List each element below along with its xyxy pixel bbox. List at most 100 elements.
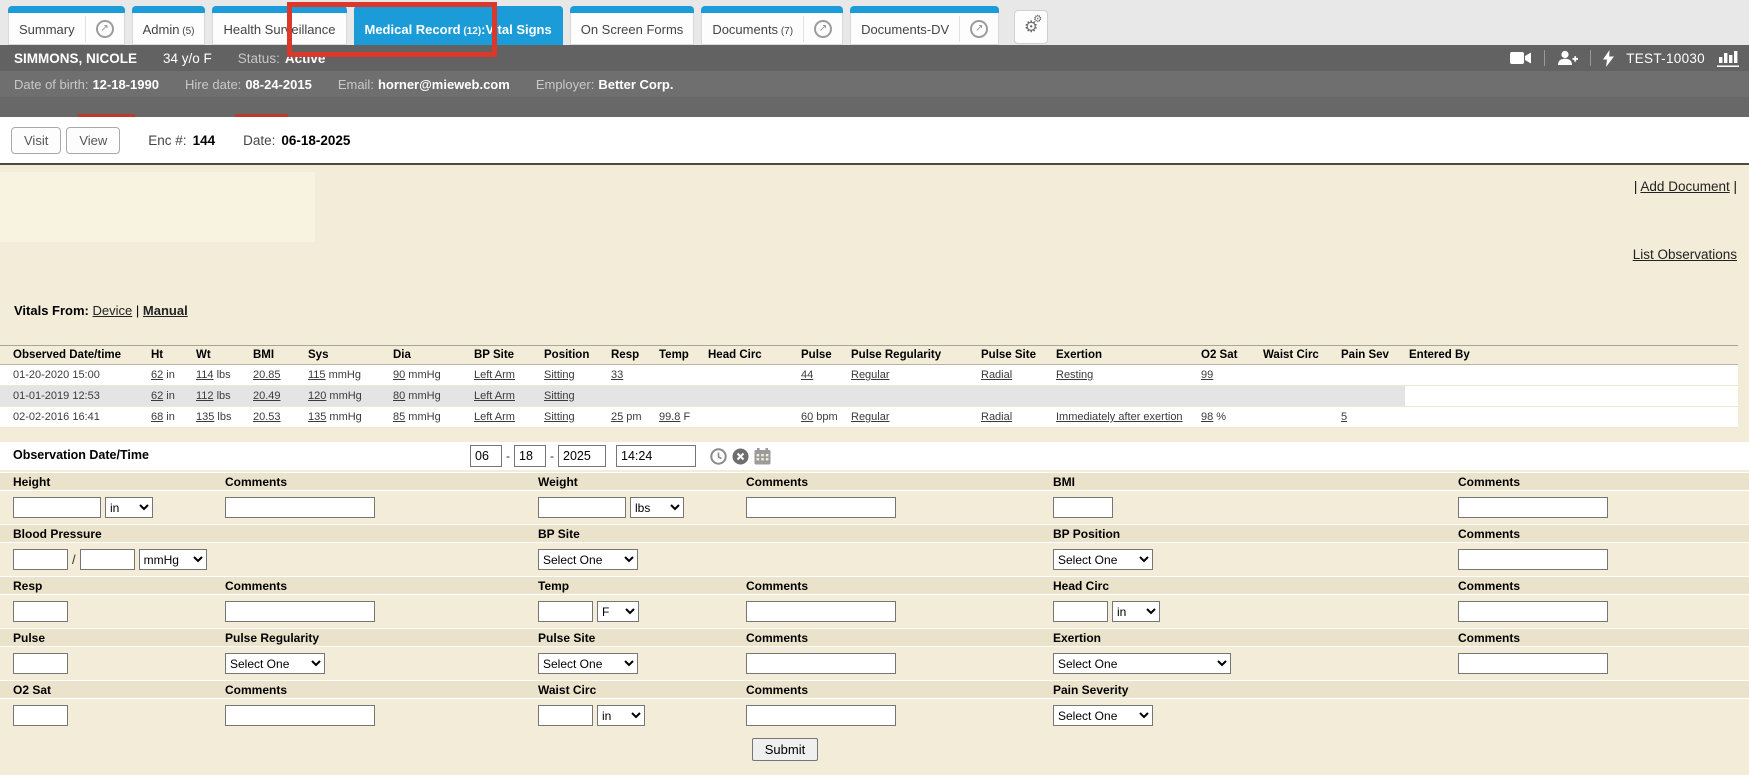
clear-icon[interactable]	[732, 448, 749, 465]
select-one-dropdown[interactable]: Select One	[225, 653, 325, 674]
select-one-dropdown[interactable]: Select One	[1053, 705, 1153, 726]
select-one-dropdown[interactable]: Select One	[538, 653, 638, 674]
value-input[interactable]	[13, 497, 101, 518]
vital-value-link[interactable]: 80	[393, 390, 405, 402]
vital-value-link[interactable]: 135	[196, 411, 214, 423]
calendar-icon[interactable]	[754, 448, 771, 465]
tab-health-surveillance[interactable]: Health Surveillance	[212, 6, 346, 45]
unit-select[interactable]: F	[597, 601, 639, 622]
comment-input[interactable]	[1458, 497, 1608, 518]
vital-value-link[interactable]: 62	[151, 369, 163, 381]
chart-icon[interactable]	[1717, 50, 1739, 67]
tab-medical-record[interactable]: Medical Record (12):Vital Signs	[354, 6, 563, 45]
comment-input[interactable]	[1458, 601, 1608, 622]
unit-select[interactable]: in	[1112, 601, 1160, 622]
tab-on-screen-forms[interactable]: On Screen Forms	[570, 6, 695, 45]
date-year-input[interactable]	[558, 445, 606, 467]
value-input[interactable]	[80, 549, 135, 570]
time-input[interactable]	[616, 445, 696, 467]
vital-value-link[interactable]: 120	[308, 390, 326, 402]
view-button[interactable]: View	[66, 127, 120, 154]
value-input[interactable]	[1053, 601, 1108, 622]
date-day-input[interactable]	[514, 445, 546, 467]
value-input[interactable]	[13, 653, 68, 674]
vital-value-link[interactable]: Sitting	[544, 411, 575, 423]
vital-value-link[interactable]: 135	[308, 411, 326, 423]
comment-input[interactable]	[1458, 549, 1608, 570]
vital-value-link[interactable]: 99	[1201, 369, 1213, 381]
vital-value-link[interactable]: 115	[308, 369, 326, 381]
popout-icon[interactable]: ↗	[970, 20, 988, 38]
vital-value-link[interactable]: Radial	[981, 411, 1012, 423]
unit-select[interactable]: in	[105, 497, 153, 518]
video-camera-icon[interactable]	[1510, 51, 1532, 65]
lightning-bolt-icon[interactable]	[1603, 50, 1614, 67]
device-link[interactable]: Device	[93, 303, 133, 318]
vital-value-link[interactable]: 60	[801, 411, 813, 423]
value-input[interactable]	[538, 705, 593, 726]
unit-select[interactable]: mmHg	[139, 549, 207, 570]
add-document-link[interactable]: Add Document	[1640, 179, 1729, 194]
comment-input[interactable]	[225, 497, 375, 518]
vital-value-link[interactable]: 99.8	[659, 411, 680, 423]
vital-value-link[interactable]: Left Arm	[474, 411, 515, 423]
vital-value-link[interactable]: 68	[151, 411, 163, 423]
vital-value-link[interactable]: Radial	[981, 369, 1012, 381]
vital-value-link[interactable]: Regular	[851, 369, 890, 381]
vital-value-link[interactable]: 114	[196, 369, 214, 381]
value-input[interactable]	[13, 549, 68, 570]
comment-input[interactable]	[746, 497, 896, 518]
add-person-icon[interactable]	[1557, 50, 1578, 66]
vital-value-link[interactable]: 98	[1201, 411, 1213, 423]
vital-value-link[interactable]: Left Arm	[474, 390, 515, 402]
vital-value-link[interactable]: Left Arm	[474, 369, 515, 381]
vital-value-link[interactable]: 112	[196, 390, 214, 402]
vital-value-link[interactable]: Immediately after exertion	[1056, 411, 1183, 423]
vital-value-link[interactable]: 20.49	[253, 390, 281, 402]
value-input[interactable]	[13, 705, 68, 726]
vital-value-link[interactable]: 85	[393, 411, 405, 423]
select-one-dropdown[interactable]: Select One	[1053, 549, 1153, 570]
tab-divider	[85, 16, 86, 42]
vital-value-link[interactable]: 25	[611, 411, 623, 423]
comment-input[interactable]	[1458, 653, 1608, 674]
vital-value-link[interactable]: 90	[393, 369, 405, 381]
popout-icon[interactable]: ↗	[96, 20, 114, 38]
tab-summary[interactable]: Summary↗	[8, 6, 125, 45]
tab-documents[interactable]: Documents (7)↗	[701, 6, 843, 45]
vital-value-link[interactable]: 44	[801, 369, 813, 381]
value-input[interactable]	[538, 601, 593, 622]
vital-value-link[interactable]: 62	[151, 390, 163, 402]
tab-documents-dv[interactable]: Documents-DV↗	[850, 6, 999, 45]
unit-select[interactable]: in	[597, 705, 645, 726]
comment-input[interactable]	[746, 705, 896, 726]
vital-value-link[interactable]: 33	[611, 369, 623, 381]
vital-value-link[interactable]: Regular	[851, 411, 890, 423]
value-input[interactable]	[1053, 497, 1113, 518]
clock-icon[interactable]	[710, 448, 727, 465]
comment-input[interactable]	[746, 601, 896, 622]
vital-value-link[interactable]: 5	[1341, 411, 1347, 423]
select-one-dropdown[interactable]: Select One	[538, 549, 638, 570]
vital-value-link[interactable]: Resting	[1056, 369, 1093, 381]
column-header-sys: Sys	[304, 346, 389, 365]
comment-input[interactable]	[225, 601, 375, 622]
vital-value-link[interactable]: Sitting	[544, 369, 575, 381]
popout-icon[interactable]: ↗	[814, 20, 832, 38]
submit-button[interactable]: Submit	[752, 738, 818, 761]
vital-value-link[interactable]: 20.85	[253, 369, 281, 381]
date-month-input[interactable]	[470, 445, 502, 467]
unit-select[interactable]: lbs	[630, 497, 684, 518]
comment-input[interactable]	[225, 705, 375, 726]
manual-link[interactable]: Manual	[143, 303, 188, 318]
vital-value-link[interactable]: 20.53	[253, 411, 281, 423]
vital-value-link[interactable]: Sitting	[544, 390, 575, 402]
list-observations-link[interactable]: List Observations	[1633, 247, 1737, 262]
value-input[interactable]	[13, 601, 68, 622]
settings-gear-button[interactable]: ⚙⚙	[1014, 10, 1048, 44]
select-one-dropdown[interactable]: Select One	[1053, 653, 1231, 674]
comment-input[interactable]	[746, 653, 896, 674]
tab-admin[interactable]: Admin (5)	[132, 6, 206, 45]
visit-button[interactable]: Visit	[11, 127, 61, 154]
value-input[interactable]	[538, 497, 626, 518]
